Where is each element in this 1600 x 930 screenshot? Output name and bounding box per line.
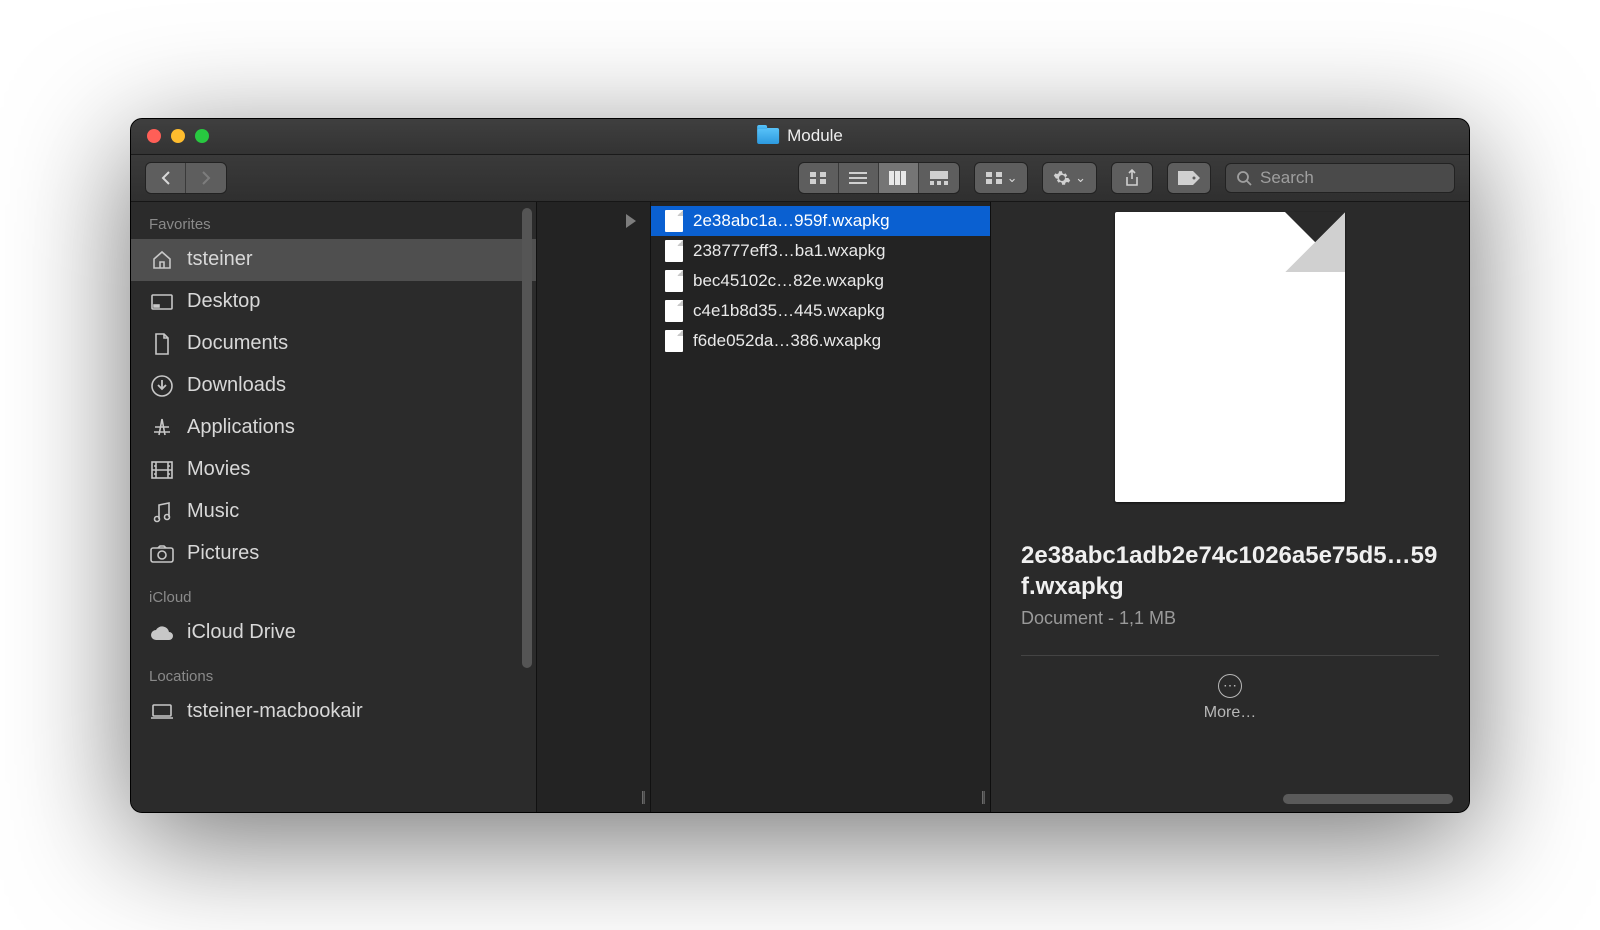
folder-icon (757, 128, 779, 144)
file-name: bec45102c…82e.wxapkg (693, 271, 884, 291)
fullscreen-button[interactable] (195, 129, 209, 143)
forward-button[interactable] (186, 163, 226, 193)
sidebar-item-music[interactable]: Music (131, 491, 536, 533)
toolbar: ⌄ ⌄ Search (131, 155, 1469, 202)
file-name: c4e1b8d35…445.wxapkg (693, 301, 885, 321)
preview-column: 2e38abc1adb2e74c1026a5e75d5…59f.wxapkg D… (991, 202, 1469, 812)
sidebar-item-label: Pictures (187, 542, 259, 565)
window-controls (131, 129, 209, 143)
document-icon (665, 240, 683, 262)
sidebar-heading-favorites: Favorites (131, 202, 536, 239)
sidebar-item-documents[interactable]: Documents (131, 323, 536, 365)
file-row[interactable]: 2e38abc1a…959f.wxapkg (651, 206, 990, 236)
titlebar: Module (131, 119, 1469, 155)
gallery-view-button[interactable] (919, 163, 959, 193)
action-group: ⌄ (1042, 162, 1097, 194)
file-name: 2e38abc1a…959f.wxapkg (693, 211, 890, 231)
finder-window: Module (130, 118, 1470, 813)
file-row[interactable]: c4e1b8d35…445.wxapkg (651, 296, 990, 326)
sidebar-item-label: Documents (187, 332, 288, 355)
sidebar: Favorites tsteiner Desktop Documents Dow… (131, 202, 536, 812)
view-mode-group (798, 162, 960, 194)
file-name: 238777eff3…ba1.wxapkg (693, 241, 886, 261)
sidebar-item-label: Applications (187, 416, 295, 439)
horizontal-scrollbar[interactable] (1283, 794, 1453, 804)
document-icon (665, 210, 683, 232)
sidebar-item-movies[interactable]: Movies (131, 449, 536, 491)
file-row[interactable]: bec45102c…82e.wxapkg (651, 266, 990, 296)
back-button[interactable] (146, 163, 186, 193)
movies-icon (149, 461, 175, 479)
sidebar-item-label: tsteiner-macbookair (187, 700, 363, 723)
more-button[interactable]: ⋯ More… (1204, 674, 1256, 722)
preview-thumbnail (1115, 212, 1345, 502)
sidebar-item-laptop[interactable]: tsteiner-macbookair (131, 691, 536, 733)
laptop-icon (149, 704, 175, 720)
arrange-button[interactable]: ⌄ (975, 163, 1028, 193)
column-resize-handle[interactable]: || (981, 788, 984, 804)
tags-button[interactable] (1168, 163, 1210, 193)
sidebar-item-label: Music (187, 500, 239, 523)
sidebar-item-label: iCloud Drive (187, 621, 296, 644)
search-placeholder: Search (1260, 168, 1314, 188)
desktop-icon (149, 294, 175, 310)
sidebar-item-label: Movies (187, 458, 250, 481)
applications-icon (149, 417, 175, 439)
documents-icon (149, 333, 175, 355)
window-title: Module (757, 126, 843, 146)
music-icon (149, 501, 175, 523)
file-row[interactable]: f6de052da…386.wxapkg (651, 326, 990, 356)
preview-meta: Document - 1,1 MB (1021, 608, 1439, 629)
sidebar-item-label: Desktop (187, 290, 260, 313)
share-group (1111, 162, 1153, 194)
sidebar-item-downloads[interactable]: Downloads (131, 365, 536, 407)
file-column: 2e38abc1a…959f.wxapkg 238777eff3…ba1.wxa… (651, 202, 991, 812)
document-icon (665, 270, 683, 292)
chevron-down-icon: ⌄ (1003, 170, 1018, 186)
sidebar-item-applications[interactable]: Applications (131, 407, 536, 449)
document-icon (665, 330, 683, 352)
document-icon (665, 300, 683, 322)
downloads-icon (149, 375, 175, 397)
sidebar-item-label: tsteiner (187, 248, 253, 271)
icon-view-button[interactable] (799, 163, 839, 193)
sidebar-item-home[interactable]: tsteiner (131, 239, 536, 281)
minimize-button[interactable] (171, 129, 185, 143)
window-title-text: Module (787, 126, 843, 146)
cloud-icon (149, 625, 175, 641)
file-name: f6de052da…386.wxapkg (693, 331, 881, 351)
sidebar-heading-icloud: iCloud (131, 575, 536, 612)
tags-group (1167, 162, 1211, 194)
sidebar-scrollbar[interactable] (522, 208, 532, 668)
sidebar-heading-locations: Locations (131, 654, 536, 691)
close-button[interactable] (147, 129, 161, 143)
search-field[interactable]: Search (1225, 163, 1455, 193)
separator (1021, 655, 1439, 656)
sidebar-item-icloud-drive[interactable]: iCloud Drive (131, 612, 536, 654)
search-icon (1236, 170, 1252, 186)
ellipsis-icon: ⋯ (1218, 674, 1242, 698)
sidebar-item-label: Downloads (187, 374, 286, 397)
nav-group (145, 162, 227, 194)
sidebar-item-pictures[interactable]: Pictures (131, 533, 536, 575)
file-row[interactable]: 238777eff3…ba1.wxapkg (651, 236, 990, 266)
home-icon (149, 250, 175, 270)
arrange-group: ⌄ (974, 162, 1029, 194)
chevron-down-icon: ⌄ (1071, 170, 1086, 186)
parent-column[interactable]: || (536, 202, 651, 812)
share-button[interactable] (1112, 163, 1152, 193)
sidebar-item-desktop[interactable]: Desktop (131, 281, 536, 323)
pictures-icon (149, 545, 175, 563)
list-view-button[interactable] (839, 163, 879, 193)
column-resize-handle[interactable]: || (641, 788, 644, 804)
preview-filename: 2e38abc1adb2e74c1026a5e75d5…59f.wxapkg (1021, 540, 1439, 602)
window-body: Favorites tsteiner Desktop Documents Dow… (131, 202, 1469, 812)
more-label: More… (1204, 704, 1256, 722)
action-button[interactable]: ⌄ (1043, 163, 1096, 193)
column-view-button[interactable] (879, 163, 919, 193)
chevron-right-icon (626, 214, 636, 228)
